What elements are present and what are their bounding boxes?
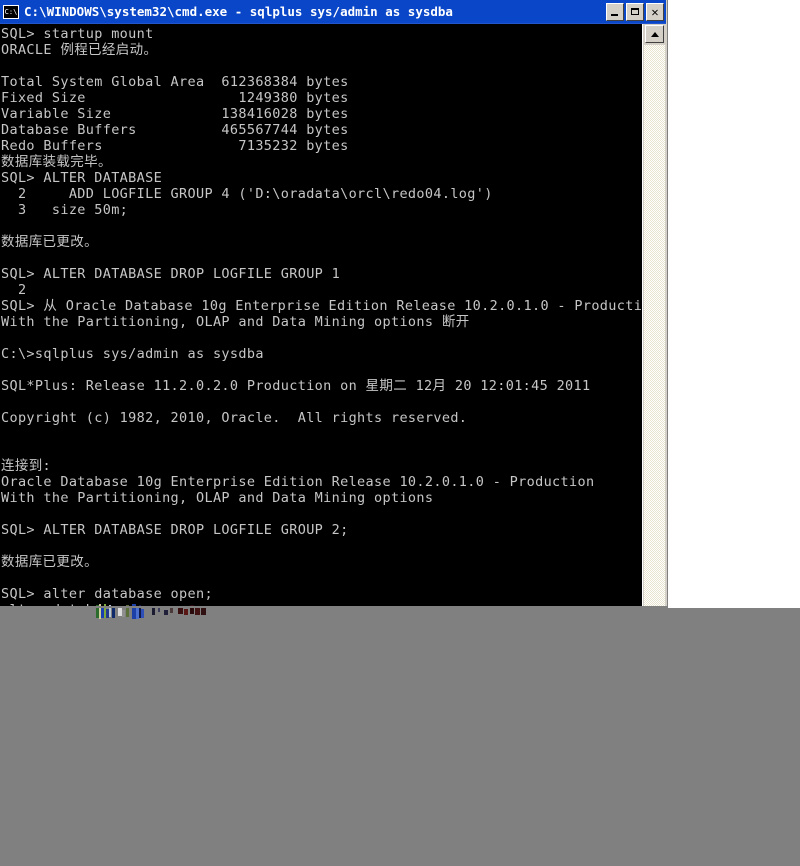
- scroll-up-button[interactable]: [645, 25, 664, 43]
- window-controls: ✕: [606, 2, 664, 21]
- window-frame-bottom: [0, 606, 668, 608]
- minimize-button[interactable]: [606, 2, 624, 21]
- cmd-console-icon: C:\: [3, 4, 19, 19]
- console-text: SQL> startup mount ORACLE 例程已经启动。 Total …: [1, 26, 642, 606]
- desktop-background-lower: [0, 608, 800, 866]
- restore-button[interactable]: [626, 2, 644, 21]
- close-button[interactable]: ✕: [646, 2, 664, 21]
- window-title: C:\WINDOWS\system32\cmd.exe - sqlplus sy…: [24, 4, 453, 19]
- scrollbar-track[interactable]: [644, 45, 665, 606]
- vertical-scrollbar[interactable]: [642, 24, 666, 606]
- console-output-area[interactable]: SQL> startup mount ORACLE 例程已经启动。 Total …: [0, 24, 642, 606]
- command-prompt-window: C:\ C:\WINDOWS\system32\cmd.exe - sqlplu…: [0, 0, 668, 619]
- window-frame-right: [666, 0, 668, 608]
- close-icon: ✕: [651, 4, 659, 19]
- window-titlebar[interactable]: C:\ C:\WINDOWS\system32\cmd.exe - sqlplu…: [0, 0, 668, 24]
